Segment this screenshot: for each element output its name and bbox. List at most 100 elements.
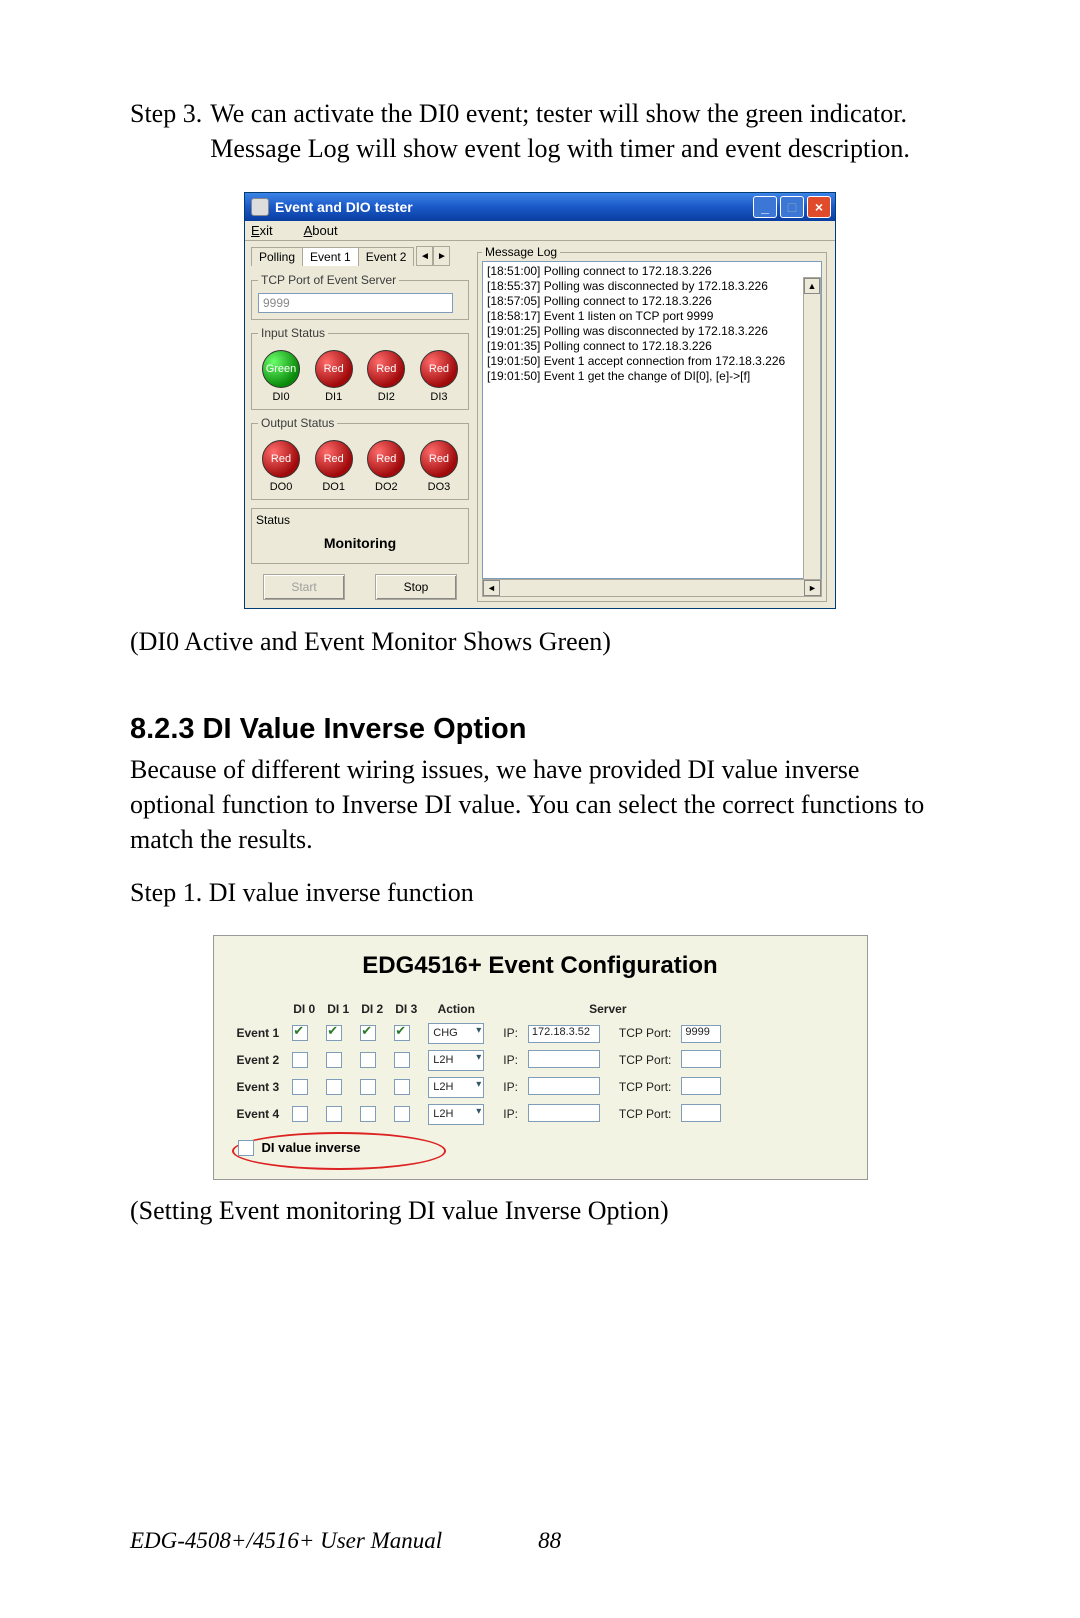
tcp-port-input[interactable] <box>681 1050 721 1068</box>
tab-scroll-right[interactable]: ► <box>433 246 450 266</box>
input-indicator-di2: Red <box>367 350 405 388</box>
tcp-port-label: TCP Port: <box>605 1101 676 1128</box>
screenshot-2-caption: (Setting Event monitoring DI value Inver… <box>130 1196 950 1226</box>
di0-checkbox[interactable] <box>292 1079 308 1095</box>
maximize-button[interactable]: □ <box>780 196 804 218</box>
message-log-textarea[interactable]: [18:51:00] Polling connect to 172.18.3.2… <box>482 261 822 579</box>
log-line: [19:01:25] Polling was disconnected by 1… <box>487 324 817 339</box>
output-status-legend: Output Status <box>258 416 337 430</box>
di-value-inverse-option[interactable]: DI value inverse <box>232 1136 375 1160</box>
app-icon <box>251 198 269 216</box>
close-button[interactable]: × <box>807 196 831 218</box>
ip-input[interactable] <box>528 1104 600 1122</box>
di0-checkbox[interactable] <box>292 1025 308 1041</box>
menu-exit[interactable]: Exit <box>251 223 287 238</box>
tab-polling[interactable]: Polling <box>251 247 303 266</box>
action-select[interactable]: L2H <box>428 1104 484 1125</box>
ip-input[interactable] <box>528 1077 600 1095</box>
input-indicator-di1: Red <box>315 350 353 388</box>
event-label: Event 2 <box>232 1047 288 1074</box>
event-configuration-panel: EDG4516+ Event Configuration DI 0 DI 1 D… <box>213 935 868 1180</box>
input-di0: GreenDI0 <box>258 350 304 403</box>
start-button[interactable]: Start <box>263 574 345 600</box>
input-indicator-di3: Red <box>420 350 458 388</box>
di1-checkbox[interactable] <box>326 1025 342 1041</box>
screenshot-1-caption: (DI0 Active and Event Monitor Shows Gree… <box>130 627 950 657</box>
input-di3: RedDI3 <box>416 350 462 403</box>
input-di1: Red DI1 <box>311 350 357 403</box>
output-do0: Red DO0 <box>258 440 304 493</box>
action-select[interactable]: L2H <box>428 1050 484 1071</box>
menu-about[interactable]: About <box>304 223 352 238</box>
di3-checkbox[interactable] <box>394 1106 410 1122</box>
scroll-left-icon[interactable]: ◄ <box>483 580 500 596</box>
di0-checkbox[interactable] <box>292 1106 308 1122</box>
window-titlebar[interactable]: Event and DIO tester _ □ × <box>245 193 835 221</box>
page-footer: EDG-4508+/4516+ User Manual 88 <box>130 1528 950 1554</box>
event-label: Event 1 <box>232 1020 288 1047</box>
action-select[interactable]: L2H <box>428 1077 484 1098</box>
di3-checkbox[interactable] <box>394 1052 410 1068</box>
tab-scroll-left[interactable]: ◄ <box>416 246 433 266</box>
output-do1: Red DO1 <box>311 440 357 493</box>
window-title: Event and DIO tester <box>275 199 753 215</box>
action-select[interactable]: CHG <box>428 1023 484 1044</box>
tcp-port-input[interactable]: 9999 <box>258 293 453 313</box>
log-line: [18:57:05] Polling connect to 172.18.3.2… <box>487 294 817 309</box>
cfg-title: EDG4516+ Event Configuration <box>232 944 849 1002</box>
tab-event-1[interactable]: Event 1 <box>302 247 359 266</box>
log-line: [19:01:35] Polling connect to 172.18.3.2… <box>487 339 817 354</box>
minimize-button[interactable]: _ <box>753 196 777 218</box>
di1-checkbox[interactable] <box>326 1079 342 1095</box>
di1-checkbox[interactable] <box>326 1106 342 1122</box>
output-label-do1: DO1 <box>311 481 357 493</box>
log-horizontal-scrollbar[interactable]: ◄ ► <box>482 579 822 597</box>
tcp-port-input[interactable]: 9999 <box>681 1025 721 1043</box>
di3-checkbox[interactable] <box>394 1025 410 1041</box>
output-indicator-do0: Red <box>262 440 300 478</box>
di-value-inverse-checkbox[interactable] <box>238 1140 254 1156</box>
step-1-text: Step 1. DI value inverse function <box>130 875 950 910</box>
event-row-2: Event 2L2HIP:TCP Port: <box>232 1047 727 1074</box>
tcp-port-input[interactable] <box>681 1077 721 1095</box>
di2-checkbox[interactable] <box>360 1052 376 1068</box>
event-row-3: Event 3L2HIP:TCP Port: <box>232 1074 727 1101</box>
tcp-port-input[interactable] <box>681 1104 721 1122</box>
di3-checkbox[interactable] <box>394 1079 410 1095</box>
menu-bar: Exit About <box>245 221 835 241</box>
scroll-up-icon[interactable]: ▲ <box>804 278 820 294</box>
col-server: Server <box>489 1002 726 1020</box>
di1-checkbox[interactable] <box>326 1052 342 1068</box>
log-line: [18:58:17] Event 1 listen on TCP port 99… <box>487 309 817 324</box>
scroll-right-icon[interactable]: ► <box>804 580 821 596</box>
status-text: Monitoring <box>256 529 464 557</box>
di2-checkbox[interactable] <box>360 1079 376 1095</box>
message-log-group: Message Log [18:51:00] Polling connect t… <box>477 245 827 602</box>
stop-button[interactable]: Stop <box>375 574 457 600</box>
ip-label: IP: <box>489 1074 523 1101</box>
output-label-do0: DO0 <box>258 481 304 493</box>
step-3-text: We can activate the DI0 event; tester wi… <box>210 96 950 166</box>
ip-input[interactable]: 172.18.3.52 <box>528 1025 600 1043</box>
input-status-group: Input Status GreenDI0RedDI1RedDI2RedDI3 <box>251 326 469 410</box>
step-3-label: Step 3. <box>130 96 210 166</box>
di2-checkbox[interactable] <box>360 1106 376 1122</box>
di-value-inverse-label: DI value inverse <box>262 1140 361 1155</box>
output-indicator-do1: Red <box>315 440 353 478</box>
step-3: Step 3. We can activate the DI0 event; t… <box>130 96 950 166</box>
input-label-di1: DI1 <box>311 391 357 403</box>
tab-event-2[interactable]: Event 2 <box>358 247 415 266</box>
tcp-port-label: TCP Port: <box>605 1020 676 1047</box>
output-label-do2: DO2 <box>363 481 409 493</box>
event-label: Event 3 <box>232 1074 288 1101</box>
section-paragraph: Because of different wiring issues, we h… <box>130 752 950 857</box>
tcp-port-legend: TCP Port of Event Server <box>258 273 399 287</box>
di0-checkbox[interactable] <box>292 1052 308 1068</box>
status-group: Status Monitoring <box>251 508 469 564</box>
log-vertical-scrollbar[interactable]: ▲ <box>803 277 821 581</box>
message-log-legend: Message Log <box>482 245 560 259</box>
input-indicator-di0: Green <box>262 350 300 388</box>
event-config-table: DI 0 DI 1 DI 2 DI 3 Action Server Event … <box>232 1002 727 1128</box>
ip-input[interactable] <box>528 1050 600 1068</box>
di2-checkbox[interactable] <box>360 1025 376 1041</box>
